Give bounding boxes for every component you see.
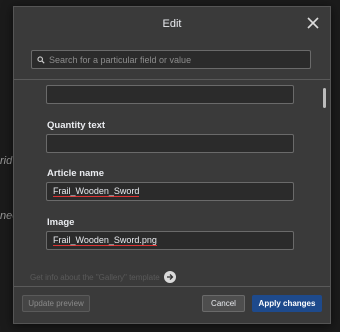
cancel-button[interactable]: Cancel (202, 295, 245, 312)
template-info-text: Get info about the "Gallery" template (30, 272, 160, 282)
update-preview-button[interactable]: Update preview (22, 295, 90, 312)
search-icon (37, 55, 45, 64)
image-input[interactable]: Frail_Wooden_Sword.png (46, 231, 294, 250)
image-value: Frail_Wooden_Sword.png (53, 235, 157, 246)
previous-field-input[interactable] (46, 85, 294, 104)
field-label-quantity-text: Quantity text (47, 120, 106, 131)
template-info-link[interactable]: Get info about the "Gallery" template (30, 271, 176, 283)
close-icon (307, 17, 319, 29)
field-label-article-name: Article name (47, 168, 105, 179)
field-label-image: Image (47, 217, 75, 228)
dialog-header: Edit (14, 7, 330, 40)
close-button[interactable] (304, 14, 322, 32)
edit-dialog: Edit Quantity text Article name Frail_Wo… (13, 6, 331, 324)
search-box[interactable] (31, 50, 311, 69)
dialog-title: Edit (162, 17, 182, 30)
search-input[interactable] (45, 53, 310, 66)
form-scroll-area: Quantity text Article name Frail_Wooden_… (14, 81, 330, 286)
dialog-footer: Update preview Cancel Apply changes (14, 286, 330, 323)
arrow-right-icon (163, 271, 176, 283)
search-area (14, 40, 330, 80)
article-name-value: Frail_Wooden_Sword (53, 186, 140, 197)
apply-changes-button[interactable]: Apply changes (252, 295, 322, 312)
article-name-input[interactable]: Frail_Wooden_Sword (46, 182, 294, 201)
quantity-text-input[interactable] (46, 134, 294, 153)
scrollbar-thumb[interactable] (323, 88, 326, 108)
